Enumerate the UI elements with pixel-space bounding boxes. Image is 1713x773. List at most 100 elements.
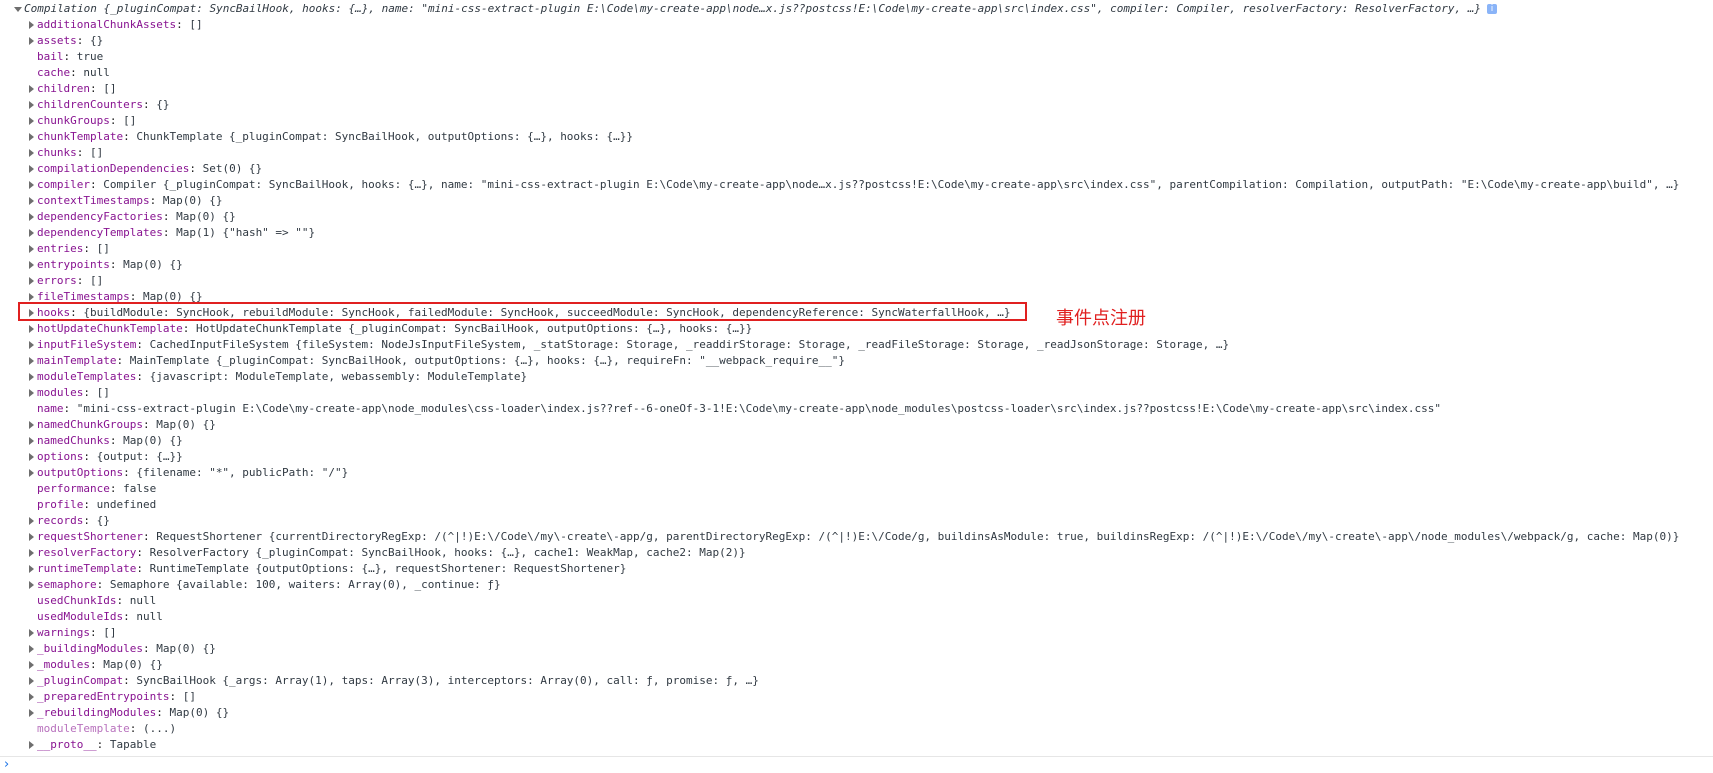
property-value: ChunkTemplate {_pluginCompat: SyncBailHo… — [136, 130, 634, 143]
property-row-runtimetemplate[interactable]: runtimeTemplate: RuntimeTemplate {output… — [0, 561, 626, 577]
property-row-namedchunkgroups[interactable]: namedChunkGroups: Map(0) {} — [0, 417, 216, 433]
expand-triangle-icon[interactable] — [27, 529, 37, 545]
property-row-buildingmodules[interactable]: _buildingModules: Map(0) {} — [0, 641, 216, 657]
property-row-moduletemplates[interactable]: moduleTemplates: {javascript: ModuleTemp… — [0, 369, 527, 385]
property-value: Compiler {_pluginCompat: SyncBailHook, h… — [103, 178, 1680, 191]
property-key: compilationDependencies — [37, 162, 190, 175]
property-row-additionalchunkassets[interactable]: additionalChunkAssets: [] — [0, 17, 203, 33]
property-key: childrenCounters — [37, 98, 143, 111]
property-row-modules[interactable]: _modules: Map(0) {} — [0, 657, 163, 673]
expand-triangle-icon[interactable] — [27, 641, 37, 657]
property-row-hooks[interactable]: hooks: {buildModule: SyncHook, rebuildMo… — [0, 305, 1011, 321]
property-row-dependencytemplates[interactable]: dependencyTemplates: Map(1) {"hash" => "… — [0, 225, 315, 241]
expand-triangle-icon[interactable] — [27, 337, 37, 353]
property-key: modules — [37, 386, 84, 399]
expand-triangle-icon[interactable] — [27, 305, 37, 321]
expand-triangle-icon[interactable] — [27, 33, 37, 49]
property-row-preparedentrypoints[interactable]: _preparedEntrypoints: [] — [0, 689, 196, 705]
expand-triangle-icon[interactable] — [27, 577, 37, 593]
expand-triangle-icon[interactable] — [27, 17, 37, 33]
expand-triangle-icon[interactable] — [27, 289, 37, 305]
expand-triangle-icon[interactable] — [27, 225, 37, 241]
property-value: {} — [96, 514, 110, 527]
expand-triangle-icon[interactable] — [27, 689, 37, 705]
property-row-chunks[interactable]: chunks: [] — [0, 145, 103, 161]
expand-triangle-icon[interactable] — [27, 513, 37, 529]
expand-triangle-icon[interactable] — [27, 449, 37, 465]
info-icon[interactable]: i — [1486, 4, 1497, 14]
expand-triangle-icon[interactable] — [27, 417, 37, 433]
property-row-compilationdependencies[interactable]: compilationDependencies: Set(0) {} — [0, 161, 262, 177]
property-row-errors[interactable]: errors: [] — [0, 273, 103, 289]
property-key: name — [37, 402, 64, 415]
expand-triangle-icon[interactable] — [27, 465, 37, 481]
object-header[interactable]: Compilation {_pluginCompat: SyncBailHook… — [0, 1, 1497, 17]
property-row-warnings[interactable]: warnings: [] — [0, 625, 116, 641]
property-row-entrypoints[interactable]: entrypoints: Map(0) {} — [0, 257, 183, 273]
property-row-children[interactable]: children: [] — [0, 81, 116, 97]
expand-triangle-icon[interactable] — [27, 625, 37, 641]
expand-triangle-icon[interactable] — [27, 97, 37, 113]
property-key: errors — [37, 274, 77, 287]
property-value: Map(0) {} — [123, 258, 183, 271]
expand-triangle-icon[interactable] — [27, 433, 37, 449]
expand-triangle-icon[interactable] — [27, 81, 37, 97]
expand-triangle-icon[interactable] — [27, 273, 37, 289]
property-row-inputfilesystem[interactable]: inputFileSystem: CachedInputFileSystem {… — [0, 337, 1229, 353]
property-row-cache: cache: null — [37, 66, 110, 79]
property-row-filetimestamps[interactable]: fileTimestamps: Map(0) {} — [0, 289, 203, 305]
property-row-proto[interactable]: __proto__: Tapable — [0, 737, 156, 753]
expand-triangle-icon[interactable] — [27, 161, 37, 177]
expand-triangle-icon[interactable] — [27, 369, 37, 385]
property-row-profile: profile: undefined — [37, 498, 157, 511]
expand-triangle-icon[interactable] — [27, 673, 37, 689]
expand-triangle-icon[interactable] — [27, 321, 37, 337]
property-row-requestshortener[interactable]: requestShortener: RequestShortener {curr… — [0, 529, 1679, 545]
property-value: {javascript: ModuleTemplate, webassembly… — [149, 370, 528, 383]
property-row-maintemplate[interactable]: mainTemplate: MainTemplate {_pluginCompa… — [0, 353, 845, 369]
expand-triangle-icon[interactable] — [27, 561, 37, 577]
expand-triangle-icon[interactable] — [27, 705, 37, 721]
property-key: profile — [37, 498, 84, 511]
property-key: runtimeTemplate — [37, 562, 137, 575]
property-row-chunktemplate[interactable]: chunkTemplate: ChunkTemplate {_pluginCom… — [0, 129, 633, 145]
expand-triangle-icon[interactable] — [27, 209, 37, 225]
property-row-chunkgroups[interactable]: chunkGroups: [] — [0, 113, 136, 129]
property-value: Map(0) {} — [162, 194, 223, 207]
property-row-childrencounters[interactable]: childrenCounters: {} — [0, 97, 169, 113]
property-value: false — [123, 482, 157, 495]
property-row-modules[interactable]: modules: [] — [0, 385, 110, 401]
property-row-options[interactable]: options: {output: {…}} — [0, 449, 183, 465]
property-row-records[interactable]: records: {} — [0, 513, 110, 529]
expand-triangle-icon[interactable] — [27, 241, 37, 257]
expand-triangle-icon[interactable] — [27, 145, 37, 161]
expand-triangle-icon[interactable] — [27, 385, 37, 401]
property-row-hotupdatechunktemplate[interactable]: hotUpdateChunkTemplate: HotUpdateChunkTe… — [0, 321, 752, 337]
property-row-resolverfactory[interactable]: resolverFactory: ResolverFactory {_plugi… — [0, 545, 746, 561]
expand-triangle-icon[interactable] — [14, 1, 24, 17]
expand-triangle-icon[interactable] — [27, 545, 37, 561]
property-key: cache — [37, 66, 71, 79]
property-row-assets[interactable]: assets: {} — [0, 33, 103, 49]
property-value: RuntimeTemplate {outputOptions: {…}, req… — [149, 562, 627, 575]
expand-triangle-icon[interactable] — [27, 353, 37, 369]
expand-triangle-icon[interactable] — [27, 737, 37, 753]
expand-triangle-icon[interactable] — [27, 177, 37, 193]
property-row-contexttimestamps[interactable]: contextTimestamps: Map(0) {} — [0, 193, 222, 209]
expand-triangle-icon[interactable] — [27, 113, 37, 129]
property-row-semaphore[interactable]: semaphore: Semaphore {available: 100, wa… — [0, 577, 501, 593]
property-row-dependencyfactories[interactable]: dependencyFactories: Map(0) {} — [0, 209, 236, 225]
property-row-plugincompat[interactable]: _pluginCompat: SyncBailHook {_args: Arra… — [0, 673, 759, 689]
property-row-rebuildingmodules[interactable]: _rebuildingModules: Map(0) {} — [0, 705, 229, 721]
console-prompt-icon[interactable]: › — [4, 757, 9, 773]
property-value: [] — [103, 626, 117, 639]
property-row-compiler[interactable]: compiler: Compiler {_pluginCompat: SyncB… — [0, 177, 1679, 193]
property-row-namedchunks[interactable]: namedChunks: Map(0) {} — [0, 433, 183, 449]
property-value: Map(0) {} — [156, 642, 216, 655]
expand-triangle-icon[interactable] — [27, 129, 37, 145]
property-row-outputoptions[interactable]: outputOptions: {filename: "*", publicPat… — [0, 465, 348, 481]
property-row-entries[interactable]: entries: [] — [0, 241, 110, 257]
expand-triangle-icon[interactable] — [27, 193, 37, 209]
expand-triangle-icon[interactable] — [27, 257, 37, 273]
expand-triangle-icon[interactable] — [27, 657, 37, 673]
